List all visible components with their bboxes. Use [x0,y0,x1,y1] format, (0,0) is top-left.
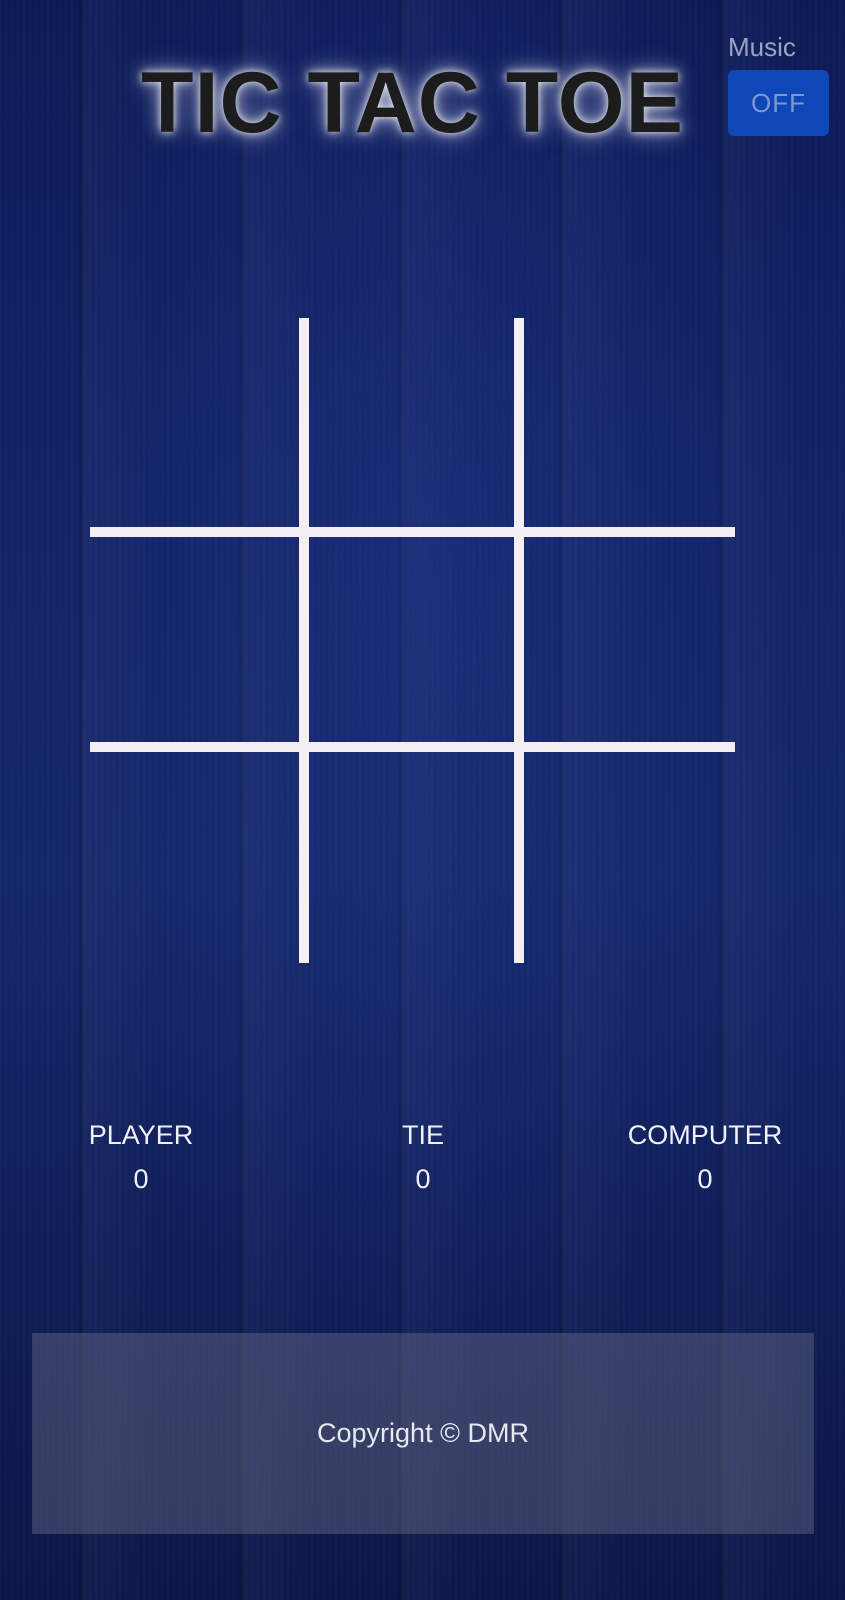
music-label: Music [728,32,796,62]
computer-score: COMPUTER 0 [605,1118,805,1196]
board-cell-3[interactable] [520,318,735,533]
board-cell-2[interactable] [305,318,520,533]
player-score-label: PLAYER [88,1120,194,1150]
game-title: TIC TAC TOE [141,55,684,151]
tie-score-value: 0 [415,1164,431,1194]
computer-score-value: 0 [697,1164,713,1194]
board-cell-4[interactable] [90,533,305,748]
tie-score: TIE 0 [323,1118,523,1196]
board-cell-1[interactable] [90,318,305,533]
player-score: PLAYER 0 [41,1118,241,1196]
grid-line-vertical-1 [299,318,309,963]
board-cell-8[interactable] [305,748,520,963]
board-cell-7[interactable] [90,748,305,963]
game-board [90,318,735,963]
board-cell-9[interactable] [520,748,735,963]
grid-line-vertical-2 [514,318,524,963]
tie-score-label: TIE [401,1120,444,1150]
board-cell-5[interactable] [305,533,520,748]
grid-line-horizontal-2 [90,742,735,752]
music-toggle-button[interactable]: OFF [728,70,829,136]
copyright-text: Copyright © DMR [317,1418,529,1448]
board-cell-6[interactable] [520,533,735,748]
player-score-value: 0 [133,1164,149,1194]
computer-score-label: COMPUTER [627,1120,783,1150]
footer-banner: Copyright © DMR [32,1333,814,1534]
grid-line-horizontal-1 [90,527,735,537]
